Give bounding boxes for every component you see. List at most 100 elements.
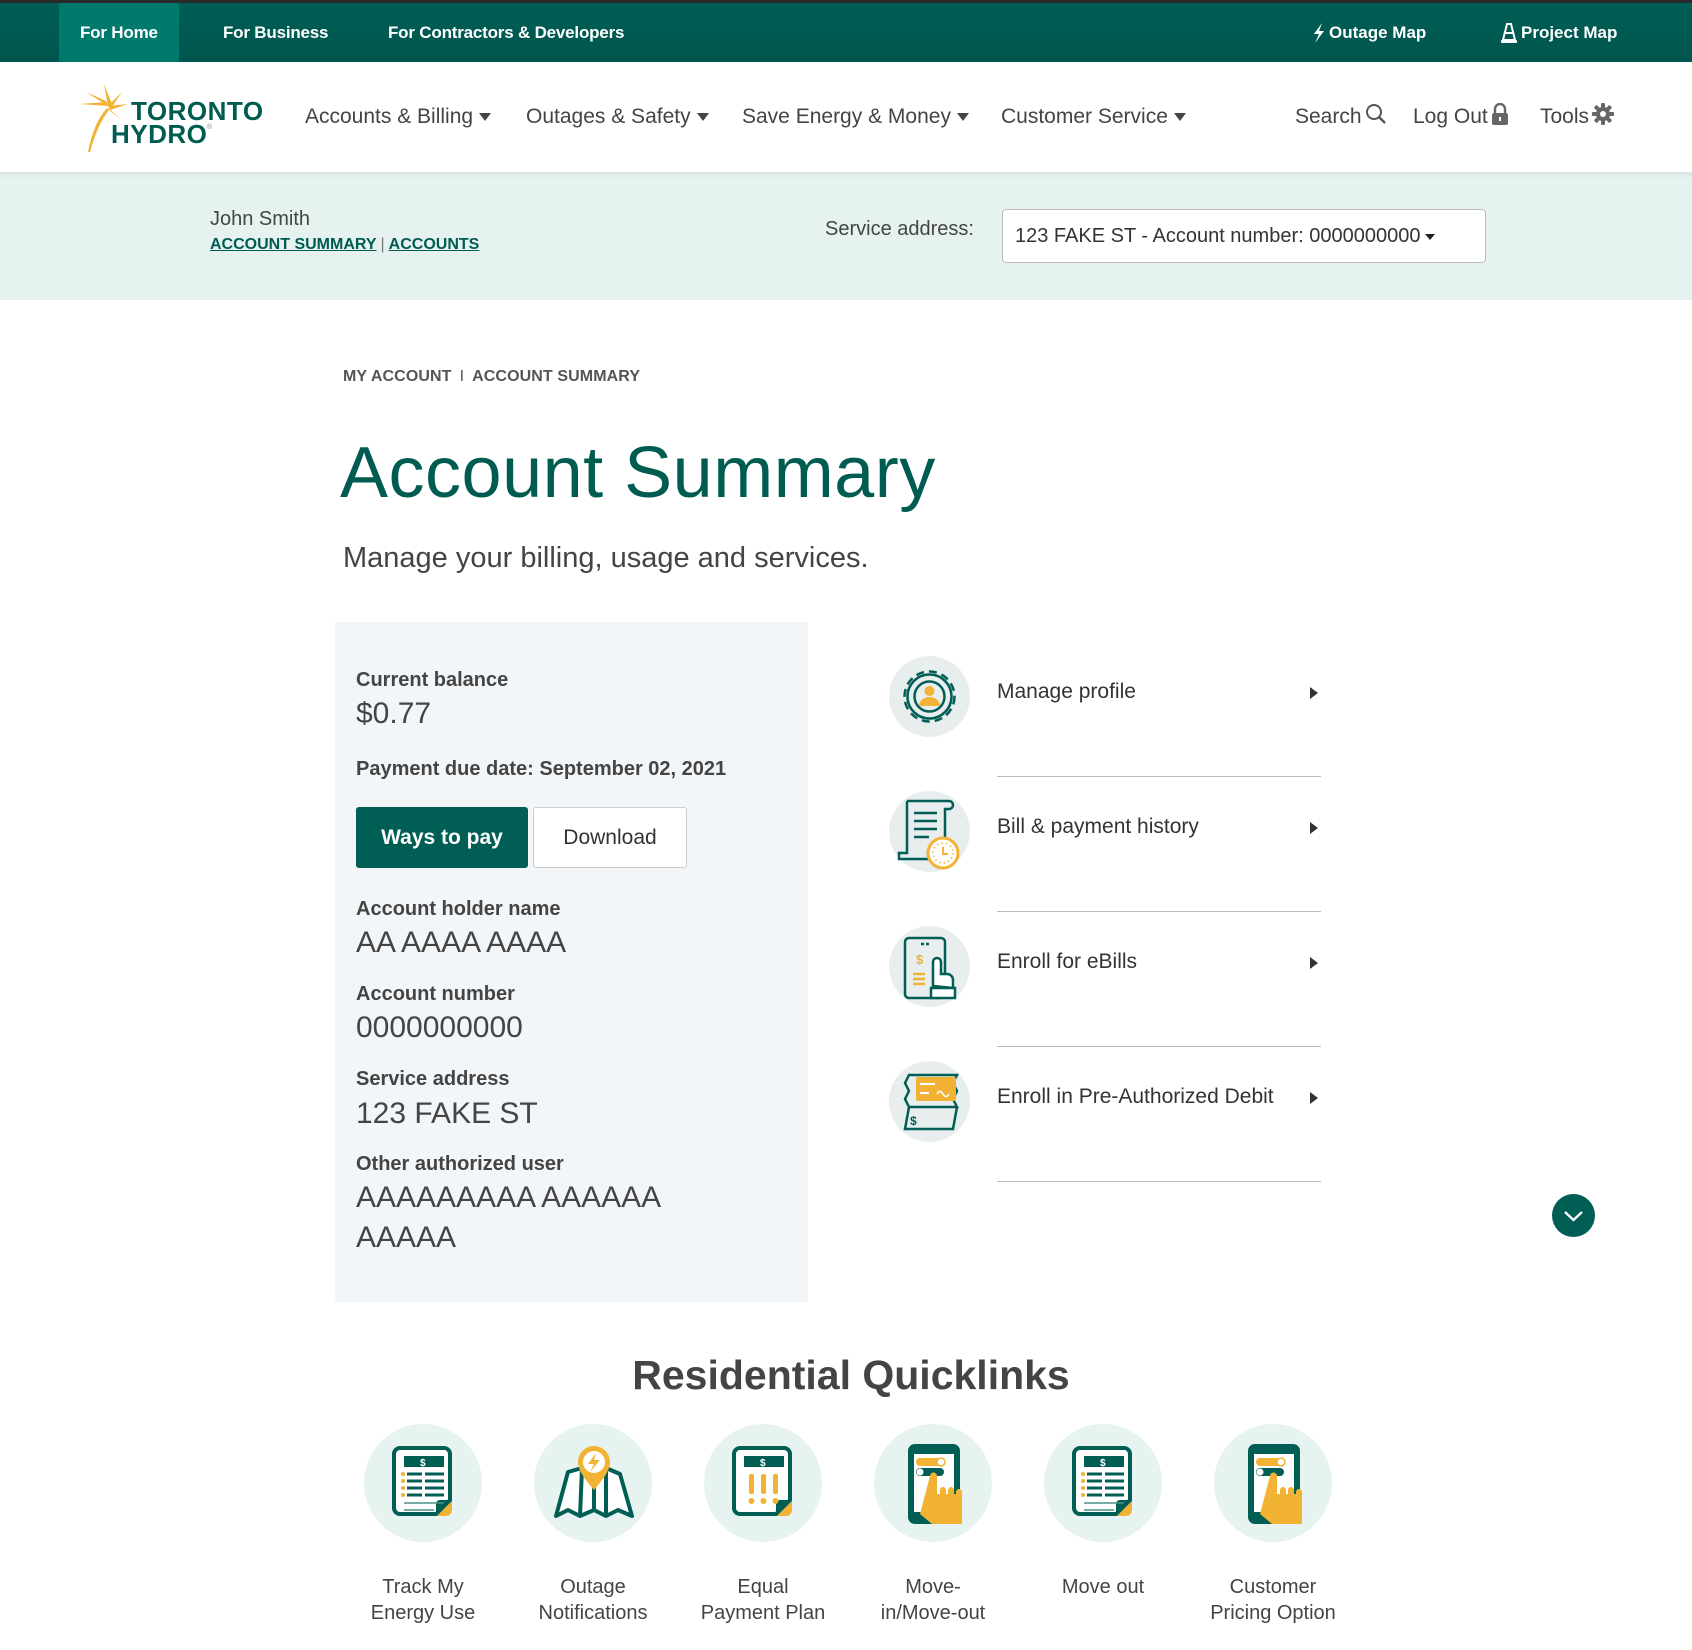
search-button[interactable]: Search [1295,62,1387,172]
quicklink-equal-payment-plan[interactable]: Equal Payment Plan [678,1424,848,1626]
caret-down-icon [479,113,492,121]
account-summary-card: Current balance $0.77 Payment due date: … [335,622,808,1302]
breadcrumb: MY ACCOUNT I ACCOUNT SUMMARY [343,368,640,386]
log-out-label: Log Out [1413,105,1488,128]
logo-registered-mark: ® [207,124,213,131]
map-pin-lightning-icon [534,1424,652,1542]
quicklinks-title-text: Residential Quicklinks [632,1352,1070,1398]
link-separator: | [380,236,385,253]
quicklink-label-line2: Energy Use [370,1602,476,1624]
caret-down-icon [696,113,709,121]
tools-button[interactable]: Tools [1540,62,1615,172]
outage-map-label: Outage Map [1329,23,1427,42]
account-number-value: 0000000000 [356,1011,523,1044]
main-header: TORONTO HYDRO ® Accounts & Billing Outag… [0,62,1692,172]
caret-right-icon [1310,957,1318,969]
service-address-label: Service address [356,1068,510,1090]
phone-tap-icon [874,1424,992,1542]
quicklink-move-in-move-out[interactable]: Move-in/Move-out [848,1424,1018,1626]
user-name: John Smith [210,208,311,230]
caret-down-icon [956,113,969,121]
log-out-button[interactable]: Log Out [1413,62,1509,172]
nav-save-energy-money[interactable]: Save Energy & Money [742,62,969,172]
cheque-icon: $ [889,1061,970,1142]
manage-profile-link[interactable]: Manage profile [889,642,1329,777]
nav-label: Save Energy & Money [742,105,951,128]
accounts-link[interactable]: ACCOUNTS [389,236,480,253]
quicklink-label-line1: Equal [737,1576,789,1598]
lock-icon [1491,102,1509,131]
service-address-selected: 123 FAKE ST - Account number: 0000000000 [1015,225,1421,247]
profile-gear-icon [889,656,970,737]
chevron-down-icon [1564,1211,1583,1222]
download-button[interactable]: Download [533,807,687,868]
svg-text:$: $ [916,952,924,967]
quicklink-track-energy[interactable]: Track My Energy Use [338,1424,508,1626]
enroll-pad-link[interactable]: $ Enroll in Pre-Authorized Debit [889,1047,1329,1182]
bill-payment-history-link[interactable]: Bill & payment history [889,777,1329,912]
bill-payment-history-label: Bill & payment history [997,815,1199,838]
enroll-pad-label: Enroll in Pre-Authorized Debit [997,1085,1274,1108]
service-address-select[interactable]: 123 FAKE ST - Account number: 0000000000 [1002,209,1486,263]
current-balance-value: $0.77 [356,697,432,730]
bill-alert-icon [704,1424,822,1542]
enroll-ebills-label: Enroll for eBills [997,950,1138,973]
divider [997,1181,1321,1182]
toronto-hydro-logo[interactable]: TORONTO HYDRO ® [78,76,268,152]
manage-profile-label: Manage profile [997,680,1136,703]
other-user-value: AAAAAAAAA AAAAAA AAAAA [356,1181,660,1254]
caret-down-icon [1425,233,1436,240]
quicklink-customer-pricing-option[interactable]: Customer Pricing Option [1188,1424,1358,1626]
bill-icon [364,1424,482,1542]
project-map-label: Project Map [1521,23,1618,42]
tab-for-contractors[interactable]: For Contractors & Developers [367,3,645,62]
account-links: ACCOUNT SUMMARY | ACCOUNTS [210,236,479,254]
scroll-down-button[interactable] [1552,1194,1595,1237]
account-holder-label: Account holder name [356,898,561,920]
nav-outages-safety[interactable]: Outages & Safety [526,62,709,172]
quicklink-move-out[interactable]: Move out [1018,1424,1188,1600]
quicklink-outage-notifications[interactable]: Outage Notifications [508,1424,678,1626]
account-context-band: John Smith ACCOUNT SUMMARY | ACCOUNTS Serv… [0,172,1692,300]
tab-for-business[interactable]: For Business [202,3,349,62]
breadcrumb-separator: I [459,368,465,385]
quicklink-label-line2: in/Move-out [880,1602,986,1624]
breadcrumb-current: ACCOUNT SUMMARY [472,368,641,385]
tools-label: Tools [1540,105,1590,128]
service-address-label: Service address: [825,218,974,240]
quicklink-label-line1: Move out [1061,1576,1145,1598]
gear-icon [1592,103,1615,131]
quicklink-label-line1: Customer [1229,1576,1317,1598]
tab-for-home[interactable]: For Home [59,3,179,62]
caret-right-icon [1310,822,1318,834]
search-icon [1365,103,1387,131]
outage-map-link[interactable]: Outage Map [1312,3,1426,62]
nav-label: Accounts & Billing [305,105,474,128]
current-balance-label: Current balance [356,669,509,691]
project-map-link[interactable]: Project Map [1500,3,1617,62]
account-holder-value: AA AAAA AAAA [356,926,567,959]
quicklink-label-line2: Notifications [538,1602,648,1624]
caret-right-icon [1310,1092,1318,1104]
nav-accounts-billing[interactable]: Accounts & Billing [305,62,492,172]
caret-right-icon [1310,687,1318,699]
account-number-label: Account number [356,983,515,1005]
page-title: Account Summary [340,433,936,513]
other-user-label: Other authorized user [356,1153,564,1175]
bill-icon [1044,1424,1162,1542]
enroll-ebills-link[interactable]: $ Enroll for eBills [889,912,1329,1047]
nav-customer-service[interactable]: Customer Service [1001,62,1186,172]
quicklink-label-line2: Pricing Option [1210,1602,1336,1624]
svg-text:$: $ [910,1114,917,1128]
caret-down-icon [1173,113,1186,121]
lightning-icon [1312,22,1326,43]
quicklink-label-line1: Track My [382,1576,464,1598]
quicklink-label-line1: Outage [560,1576,626,1598]
quicklink-label-line1: Move- [905,1576,961,1598]
tablet-tap-icon: $ [889,926,970,1007]
account-summary-link[interactable]: ACCOUNT SUMMARY [210,236,377,253]
ways-to-pay-button[interactable]: Ways to pay [356,807,528,868]
nav-label: Customer Service [1001,105,1168,128]
bill-clock-icon [889,791,970,872]
breadcrumb-my-account[interactable]: MY ACCOUNT [343,368,452,385]
